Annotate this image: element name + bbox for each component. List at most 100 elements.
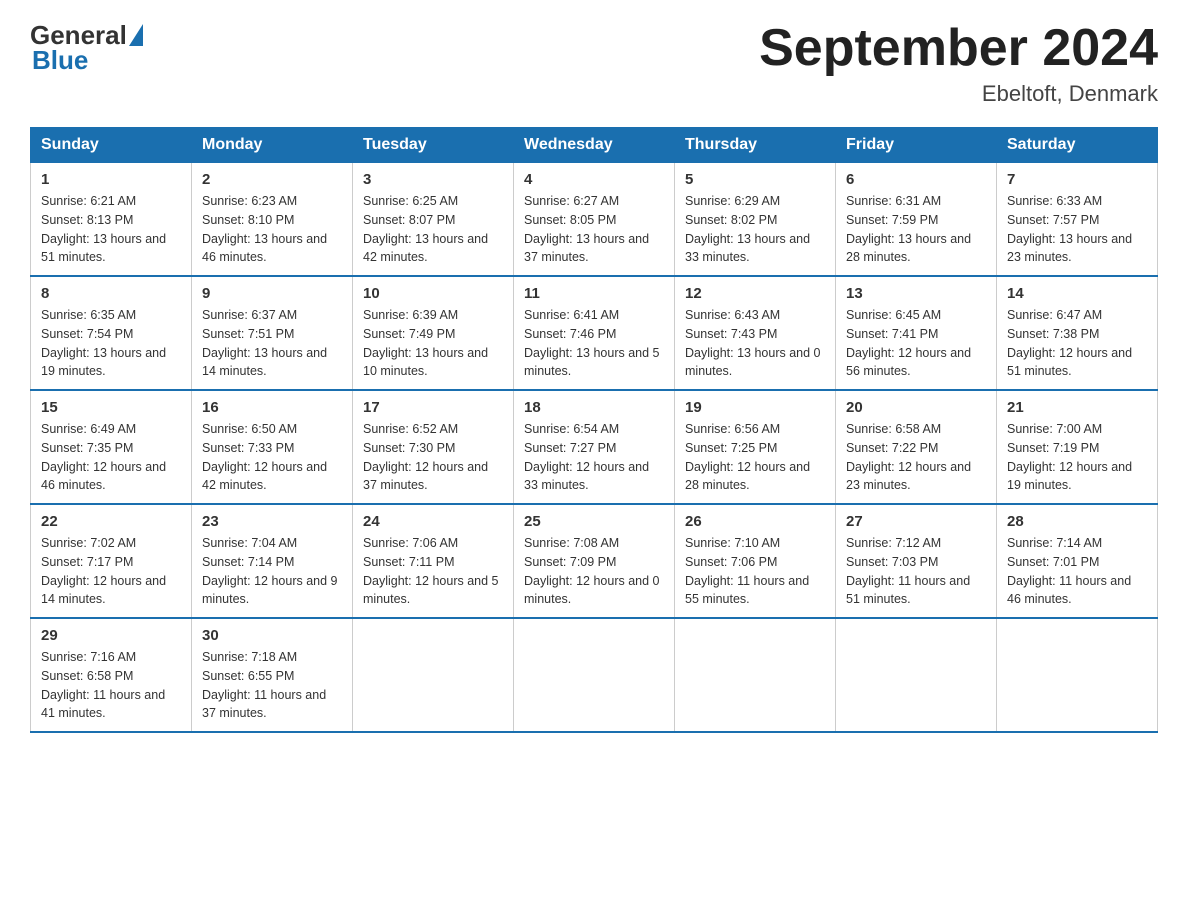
- day-info: Sunrise: 6:50 AMSunset: 7:33 PMDaylight:…: [202, 422, 327, 492]
- calendar-cell: [514, 618, 675, 732]
- day-number: 19: [685, 399, 825, 416]
- day-info: Sunrise: 6:37 AMSunset: 7:51 PMDaylight:…: [202, 308, 327, 378]
- day-info: Sunrise: 7:08 AMSunset: 7:09 PMDaylight:…: [524, 536, 660, 606]
- day-of-week-header: Monday: [192, 128, 353, 163]
- day-number: 30: [202, 627, 342, 644]
- calendar-cell: 6 Sunrise: 6:31 AMSunset: 7:59 PMDayligh…: [836, 163, 997, 277]
- day-info: Sunrise: 6:47 AMSunset: 7:38 PMDaylight:…: [1007, 308, 1132, 378]
- day-number: 7: [1007, 171, 1147, 188]
- calendar-cell: 24 Sunrise: 7:06 AMSunset: 7:11 PMDaylig…: [353, 504, 514, 618]
- calendar-cell: 22 Sunrise: 7:02 AMSunset: 7:17 PMDaylig…: [31, 504, 192, 618]
- day-info: Sunrise: 7:04 AMSunset: 7:14 PMDaylight:…: [202, 536, 338, 606]
- day-of-week-header: Saturday: [997, 128, 1158, 163]
- day-number: 22: [41, 513, 181, 530]
- calendar-week-row: 8 Sunrise: 6:35 AMSunset: 7:54 PMDayligh…: [31, 276, 1158, 390]
- day-info: Sunrise: 6:25 AMSunset: 8:07 PMDaylight:…: [363, 194, 488, 264]
- calendar-cell: 28 Sunrise: 7:14 AMSunset: 7:01 PMDaylig…: [997, 504, 1158, 618]
- day-info: Sunrise: 6:27 AMSunset: 8:05 PMDaylight:…: [524, 194, 649, 264]
- calendar-cell: 26 Sunrise: 7:10 AMSunset: 7:06 PMDaylig…: [675, 504, 836, 618]
- day-info: Sunrise: 6:35 AMSunset: 7:54 PMDaylight:…: [41, 308, 166, 378]
- calendar-cell: 20 Sunrise: 6:58 AMSunset: 7:22 PMDaylig…: [836, 390, 997, 504]
- logo-blue-text: Blue: [32, 45, 88, 76]
- calendar-cell: 10 Sunrise: 6:39 AMSunset: 7:49 PMDaylig…: [353, 276, 514, 390]
- day-number: 28: [1007, 513, 1147, 530]
- day-number: 20: [846, 399, 986, 416]
- calendar-cell: 21 Sunrise: 7:00 AMSunset: 7:19 PMDaylig…: [997, 390, 1158, 504]
- calendar-cell: 5 Sunrise: 6:29 AMSunset: 8:02 PMDayligh…: [675, 163, 836, 277]
- day-number: 10: [363, 285, 503, 302]
- calendar-title-block: September 2024 Ebeltoft, Denmark: [759, 20, 1158, 107]
- day-number: 12: [685, 285, 825, 302]
- calendar-table: SundayMondayTuesdayWednesdayThursdayFrid…: [30, 127, 1158, 733]
- calendar-cell: 2 Sunrise: 6:23 AMSunset: 8:10 PMDayligh…: [192, 163, 353, 277]
- calendar-week-row: 22 Sunrise: 7:02 AMSunset: 7:17 PMDaylig…: [31, 504, 1158, 618]
- day-number: 21: [1007, 399, 1147, 416]
- day-info: Sunrise: 6:54 AMSunset: 7:27 PMDaylight:…: [524, 422, 649, 492]
- calendar-cell: 7 Sunrise: 6:33 AMSunset: 7:57 PMDayligh…: [997, 163, 1158, 277]
- day-of-week-header: Tuesday: [353, 128, 514, 163]
- calendar-subtitle: Ebeltoft, Denmark: [759, 81, 1158, 107]
- calendar-cell: 4 Sunrise: 6:27 AMSunset: 8:05 PMDayligh…: [514, 163, 675, 277]
- day-info: Sunrise: 6:56 AMSunset: 7:25 PMDaylight:…: [685, 422, 810, 492]
- calendar-cell: 30 Sunrise: 7:18 AMSunset: 6:55 PMDaylig…: [192, 618, 353, 732]
- day-number: 23: [202, 513, 342, 530]
- calendar-week-row: 1 Sunrise: 6:21 AMSunset: 8:13 PMDayligh…: [31, 163, 1158, 277]
- day-number: 9: [202, 285, 342, 302]
- calendar-cell: 3 Sunrise: 6:25 AMSunset: 8:07 PMDayligh…: [353, 163, 514, 277]
- calendar-cell: 11 Sunrise: 6:41 AMSunset: 7:46 PMDaylig…: [514, 276, 675, 390]
- calendar-cell: 16 Sunrise: 6:50 AMSunset: 7:33 PMDaylig…: [192, 390, 353, 504]
- calendar-cell: [675, 618, 836, 732]
- day-info: Sunrise: 6:58 AMSunset: 7:22 PMDaylight:…: [846, 422, 971, 492]
- calendar-cell: 12 Sunrise: 6:43 AMSunset: 7:43 PMDaylig…: [675, 276, 836, 390]
- day-number: 8: [41, 285, 181, 302]
- calendar-cell: 17 Sunrise: 6:52 AMSunset: 7:30 PMDaylig…: [353, 390, 514, 504]
- day-info: Sunrise: 6:39 AMSunset: 7:49 PMDaylight:…: [363, 308, 488, 378]
- day-number: 18: [524, 399, 664, 416]
- calendar-cell: 27 Sunrise: 7:12 AMSunset: 7:03 PMDaylig…: [836, 504, 997, 618]
- day-number: 4: [524, 171, 664, 188]
- day-info: Sunrise: 7:00 AMSunset: 7:19 PMDaylight:…: [1007, 422, 1132, 492]
- day-number: 17: [363, 399, 503, 416]
- calendar-cell: 18 Sunrise: 6:54 AMSunset: 7:27 PMDaylig…: [514, 390, 675, 504]
- calendar-cell: [353, 618, 514, 732]
- calendar-cell: [997, 618, 1158, 732]
- calendar-cell: 23 Sunrise: 7:04 AMSunset: 7:14 PMDaylig…: [192, 504, 353, 618]
- day-info: Sunrise: 6:33 AMSunset: 7:57 PMDaylight:…: [1007, 194, 1132, 264]
- calendar-cell: 1 Sunrise: 6:21 AMSunset: 8:13 PMDayligh…: [31, 163, 192, 277]
- calendar-cell: 25 Sunrise: 7:08 AMSunset: 7:09 PMDaylig…: [514, 504, 675, 618]
- day-number: 27: [846, 513, 986, 530]
- day-of-week-header: Wednesday: [514, 128, 675, 163]
- day-info: Sunrise: 6:45 AMSunset: 7:41 PMDaylight:…: [846, 308, 971, 378]
- day-number: 1: [41, 171, 181, 188]
- calendar-cell: 19 Sunrise: 6:56 AMSunset: 7:25 PMDaylig…: [675, 390, 836, 504]
- calendar-week-row: 29 Sunrise: 7:16 AMSunset: 6:58 PMDaylig…: [31, 618, 1158, 732]
- day-number: 24: [363, 513, 503, 530]
- day-number: 5: [685, 171, 825, 188]
- day-info: Sunrise: 7:10 AMSunset: 7:06 PMDaylight:…: [685, 536, 809, 606]
- calendar-cell: 13 Sunrise: 6:45 AMSunset: 7:41 PMDaylig…: [836, 276, 997, 390]
- calendar-title: September 2024: [759, 20, 1158, 77]
- calendar-header-row: SundayMondayTuesdayWednesdayThursdayFrid…: [31, 128, 1158, 163]
- day-of-week-header: Sunday: [31, 128, 192, 163]
- logo: General Blue: [30, 20, 143, 76]
- day-number: 13: [846, 285, 986, 302]
- calendar-cell: 8 Sunrise: 6:35 AMSunset: 7:54 PMDayligh…: [31, 276, 192, 390]
- day-info: Sunrise: 6:21 AMSunset: 8:13 PMDaylight:…: [41, 194, 166, 264]
- day-number: 29: [41, 627, 181, 644]
- calendar-cell: 15 Sunrise: 6:49 AMSunset: 7:35 PMDaylig…: [31, 390, 192, 504]
- day-number: 14: [1007, 285, 1147, 302]
- day-number: 16: [202, 399, 342, 416]
- day-info: Sunrise: 6:31 AMSunset: 7:59 PMDaylight:…: [846, 194, 971, 264]
- logo-triangle-icon: [129, 24, 143, 46]
- day-info: Sunrise: 6:29 AMSunset: 8:02 PMDaylight:…: [685, 194, 810, 264]
- day-of-week-header: Friday: [836, 128, 997, 163]
- day-of-week-header: Thursday: [675, 128, 836, 163]
- day-info: Sunrise: 6:43 AMSunset: 7:43 PMDaylight:…: [685, 308, 821, 378]
- calendar-cell: 9 Sunrise: 6:37 AMSunset: 7:51 PMDayligh…: [192, 276, 353, 390]
- day-number: 26: [685, 513, 825, 530]
- day-info: Sunrise: 7:12 AMSunset: 7:03 PMDaylight:…: [846, 536, 970, 606]
- day-number: 11: [524, 285, 664, 302]
- day-info: Sunrise: 7:14 AMSunset: 7:01 PMDaylight:…: [1007, 536, 1131, 606]
- day-info: Sunrise: 6:23 AMSunset: 8:10 PMDaylight:…: [202, 194, 327, 264]
- calendar-cell: 29 Sunrise: 7:16 AMSunset: 6:58 PMDaylig…: [31, 618, 192, 732]
